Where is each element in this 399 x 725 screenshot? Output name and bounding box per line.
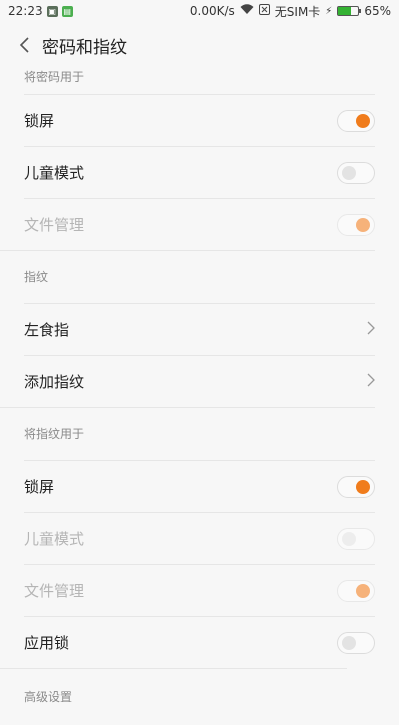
back-button[interactable] xyxy=(14,34,36,56)
toggle-password-lock-screen[interactable] xyxy=(337,109,375,132)
no-sim-icon xyxy=(258,4,270,18)
toggle-app-lock[interactable] xyxy=(337,631,375,654)
section-password-use: 将密码用于 xyxy=(24,70,85,84)
battery-percent: 65% xyxy=(364,4,391,18)
battery-icon xyxy=(337,6,362,16)
toggle-password-kids-mode[interactable] xyxy=(337,161,375,184)
section-advanced: 高级设置 xyxy=(0,668,347,715)
row-left-index[interactable]: 左食指 xyxy=(24,303,375,355)
wifi-icon xyxy=(240,4,254,18)
page-title: 密码和指纹 xyxy=(42,37,127,58)
network-speed: 0.00K/s xyxy=(189,4,235,18)
row-add-fingerprint[interactable]: 添加指纹 xyxy=(24,355,375,407)
row-fingerprint-file-manager: 文件管理 xyxy=(24,564,375,616)
chevron-right-icon xyxy=(367,321,375,339)
toggle-fingerprint-file-manager xyxy=(337,579,375,602)
section-fingerprint-use: 将指纹用于 xyxy=(0,407,375,460)
app-header: 密码和指纹 xyxy=(0,22,399,68)
status-time: 22:23 xyxy=(8,4,43,18)
row-fingerprint-lock-screen[interactable]: 锁屏 xyxy=(24,460,375,512)
row-password-file-manager: 文件管理 xyxy=(24,198,375,250)
row-password-lock-screen[interactable]: 锁屏 xyxy=(24,94,375,146)
chevron-left-icon xyxy=(19,37,29,53)
row-fingerprint-kids-mode: 儿童模式 xyxy=(24,512,375,564)
chevron-right-icon xyxy=(367,373,375,391)
toggle-fingerprint-kids-mode xyxy=(337,527,375,550)
charging-icon: ⚡ xyxy=(325,5,333,17)
toggle-fingerprint-lock-screen[interactable] xyxy=(337,475,375,498)
row-app-lock[interactable]: 应用锁 xyxy=(24,616,375,668)
app-notification-icon: ▤ xyxy=(61,5,73,17)
notification-icon: ▣ xyxy=(46,5,58,17)
section-fingerprint: 指纹 xyxy=(0,250,375,303)
toggle-password-file-manager xyxy=(337,213,375,236)
status-bar: 22:23 ▣ ▤ 0.00K/s 无SIM卡 ⚡ 65% xyxy=(0,0,399,22)
sim-status: 无SIM卡 xyxy=(274,4,321,19)
row-password-kids-mode[interactable]: 儿童模式 xyxy=(24,146,375,198)
